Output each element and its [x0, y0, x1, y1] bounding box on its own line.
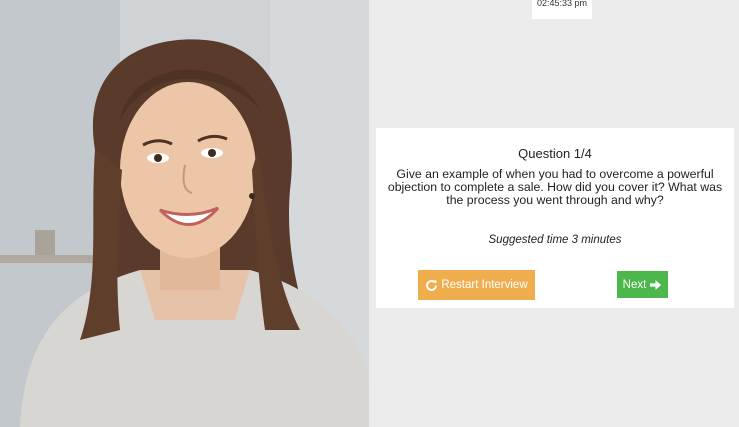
- clock-display: 02:45:33 pm: [532, 0, 592, 19]
- clock-text: 02:45:33 pm: [536, 0, 588, 8]
- interview-screen: 02:45:33 pm Question 1/4 Give an example…: [0, 0, 739, 427]
- suggested-time: Suggested time 3 minutes: [488, 234, 622, 246]
- candidate-video-feed: [0, 0, 369, 427]
- next-button[interactable]: Next: [617, 271, 668, 298]
- next-label: Next: [622, 278, 647, 291]
- question-text: Give an example of when you had to overc…: [387, 167, 723, 207]
- restart-interview-label: Restart Interview: [441, 279, 528, 291]
- arrow-right-icon: [649, 279, 662, 291]
- restart-interview-button[interactable]: Restart Interview: [418, 270, 535, 300]
- candidate-portrait: [0, 0, 369, 427]
- question-number: Question 1/4: [518, 146, 592, 161]
- refresh-icon: [425, 279, 438, 292]
- question-card: Question 1/4 Give an example of when you…: [376, 128, 734, 308]
- interview-panel: 02:45:33 pm Question 1/4 Give an example…: [369, 0, 739, 427]
